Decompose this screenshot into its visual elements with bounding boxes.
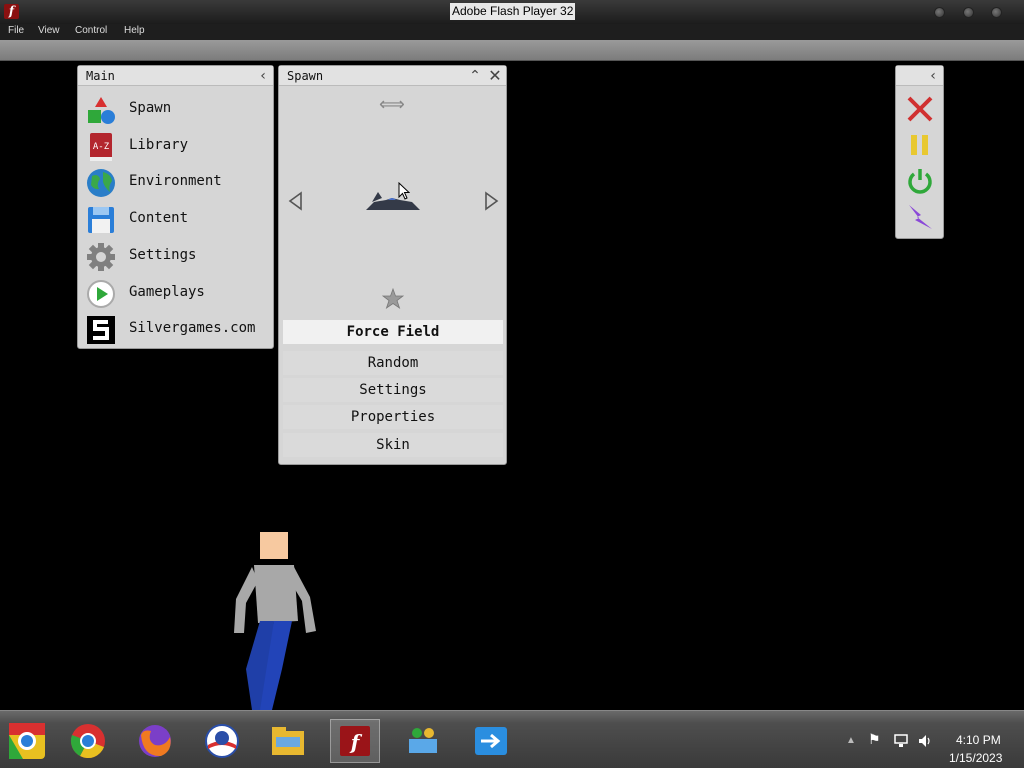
globe-icon <box>87 169 115 197</box>
floppy-disk-icon <box>88 207 114 233</box>
collapse-left-icon[interactable]: ‹ <box>924 67 942 85</box>
previous-arrow-icon[interactable] <box>287 191 305 211</box>
main-panel-title: Main <box>86 69 115 83</box>
menu-view[interactable]: View <box>38 25 60 36</box>
firefox-icon[interactable] <box>135 721 175 761</box>
ragdoll-body <box>234 565 316 710</box>
main-item-label: Content <box>129 210 189 226</box>
menu-bar: File View Control Help <box>0 24 1024 40</box>
menu-control[interactable]: Control <box>75 25 107 36</box>
main-panel-header[interactable]: Main ‹ <box>78 66 273 86</box>
force-field-preview-icon <box>366 192 420 210</box>
main-item-settings[interactable]: Settings <box>82 240 273 273</box>
main-item-label: Library <box>129 137 189 153</box>
taskbar-flash-player[interactable]: f <box>330 719 380 763</box>
book-icon: A-Z <box>90 133 112 161</box>
taskbar: f ▲ ⚑ 4:10 PM 1/15/2023 <box>0 710 1024 768</box>
network-people-icon[interactable] <box>403 721 443 761</box>
tools-panel-header[interactable]: ‹ <box>896 66 943 86</box>
silvergames-logo-icon <box>87 316 115 344</box>
skin-button[interactable]: Skin <box>283 433 503 457</box>
obama-logo-icon[interactable] <box>202 721 242 761</box>
shapes-icon <box>88 97 115 124</box>
volume-icon[interactable] <box>917 733 933 749</box>
main-item-gameplays[interactable]: Gameplays <box>82 277 273 310</box>
tools-panel: ‹ <box>895 65 944 239</box>
main-item-label: Silvergames.com <box>129 320 256 336</box>
main-item-content[interactable]: Content <box>82 203 273 236</box>
main-item-label: Gameplays <box>129 284 205 300</box>
toolbar-strip <box>0 40 1024 61</box>
main-item-label: Spawn <box>129 100 172 116</box>
close-icon[interactable]: ✕ <box>486 67 504 85</box>
chevron-up-icon[interactable]: ⌃ <box>466 67 484 85</box>
pause-icon[interactable] <box>905 130 935 160</box>
main-item-label: Settings <box>129 247 197 263</box>
window-title-bar: f Adobe Flash Player 32 <box>0 0 1024 24</box>
remote-app-icon[interactable] <box>471 721 511 761</box>
main-item-environment[interactable]: Environment <box>82 166 273 199</box>
menu-file[interactable]: File <box>8 25 24 36</box>
spawn-panel-title: Spawn <box>287 69 324 83</box>
properties-button[interactable]: Properties <box>283 405 503 429</box>
file-explorer-icon[interactable] <box>268 721 308 761</box>
clock-date[interactable]: 1/15/2023 <box>949 751 1002 765</box>
power-icon[interactable] <box>905 166 935 196</box>
random-button[interactable]: Random <box>283 351 503 375</box>
favorite-star-icon[interactable] <box>382 288 404 310</box>
mouse-cursor-icon <box>398 182 410 200</box>
maximize-button[interactable] <box>963 7 974 18</box>
swap-arrows-icon[interactable]: ⟺ <box>379 94 405 115</box>
flash-icon: f <box>340 726 370 756</box>
main-item-label: Environment <box>129 173 222 189</box>
window-title: Adobe Flash Player 32 <box>450 3 576 20</box>
spawn-panel-header[interactable]: Spawn ⌃ ✕ <box>279 66 506 86</box>
action-center-flag-icon[interactable]: ⚑ <box>868 731 881 748</box>
chrome-old-icon[interactable] <box>7 721 47 761</box>
ragdoll-head <box>260 532 288 559</box>
selected-item-button[interactable]: Force Field <box>283 320 503 344</box>
main-panel: Main ‹ Spawn A-Z Library Environment Con… <box>77 65 274 349</box>
svg-text:A-Z: A-Z <box>93 142 110 152</box>
close-window-button[interactable] <box>991 7 1002 18</box>
network-icon[interactable] <box>893 733 909 749</box>
chrome-icon[interactable] <box>68 721 108 761</box>
main-item-silvergames[interactable]: Silvergames.com <box>82 313 273 346</box>
main-item-library[interactable]: A-Z Library <box>82 130 273 163</box>
spawn-panel: Spawn ⌃ ✕ ⟺ Force Field Random Settings … <box>278 65 507 465</box>
next-arrow-icon[interactable] <box>482 191 500 211</box>
show-hidden-icons-icon[interactable]: ▲ <box>846 735 856 746</box>
play-icon <box>87 280 115 308</box>
main-item-spawn[interactable]: Spawn <box>82 93 273 126</box>
close-icon[interactable] <box>905 94 935 124</box>
minimize-button[interactable] <box>934 7 945 18</box>
flash-icon: f <box>4 4 19 19</box>
menu-help[interactable]: Help <box>124 25 145 36</box>
lightning-icon[interactable] <box>905 202 935 232</box>
collapse-left-icon[interactable]: ‹ <box>254 67 272 85</box>
clock-time[interactable]: 4:10 PM <box>956 733 1001 747</box>
settings-button[interactable]: Settings <box>283 378 503 402</box>
gear-icon <box>87 243 115 271</box>
